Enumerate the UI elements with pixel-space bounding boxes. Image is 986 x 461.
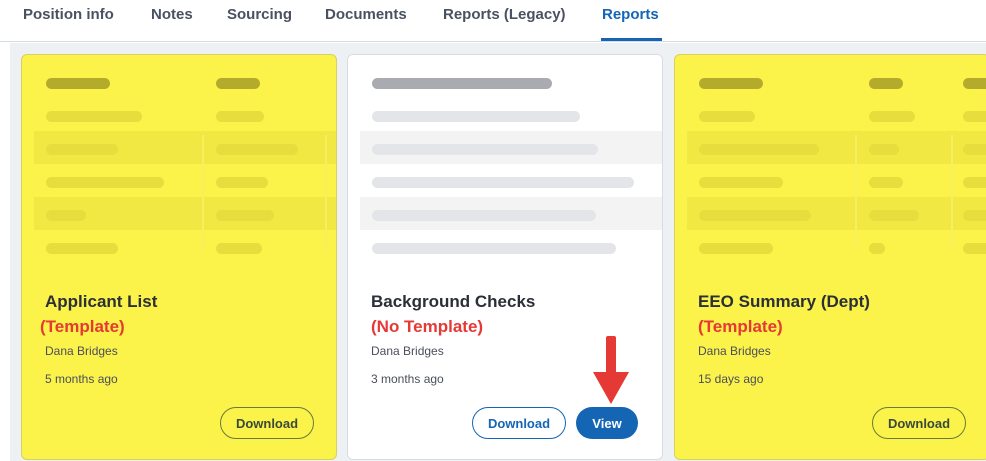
template-status: (Template) xyxy=(698,317,783,336)
arrow-shaft xyxy=(606,336,616,378)
download-button[interactable]: Download xyxy=(220,407,314,439)
report-owner: Dana Bridges xyxy=(45,344,118,358)
view-button[interactable]: View xyxy=(576,407,638,439)
download-button[interactable]: Download xyxy=(872,407,966,439)
active-tab-indicator xyxy=(601,38,662,41)
report-title: EEO Summary (Dept) xyxy=(698,292,870,311)
card-body: Applicant List (Template) Dana Bridges 5… xyxy=(40,55,336,459)
tab-reports-legacy[interactable]: Reports (Legacy) xyxy=(443,6,566,23)
report-title: Applicant List xyxy=(45,292,158,311)
download-button[interactable]: Download xyxy=(472,407,566,439)
report-owner: Dana Bridges xyxy=(371,344,444,358)
tab-reports[interactable]: Reports xyxy=(602,6,659,23)
arrow-head xyxy=(593,372,629,404)
report-card-eeo-summary[interactable]: EEO Summary (Dept) (Template) Dana Bridg… xyxy=(674,54,986,460)
tab-documents[interactable]: Documents xyxy=(325,6,407,23)
tab-position-info[interactable]: Position info xyxy=(23,6,114,23)
report-title: Background Checks xyxy=(371,292,536,311)
report-date: 15 days ago xyxy=(698,372,764,386)
template-status: (Template) xyxy=(40,317,125,336)
report-owner: Dana Bridges xyxy=(698,344,771,358)
report-date: 5 months ago xyxy=(45,372,118,386)
card-body: EEO Summary (Dept) (Template) Dana Bridg… xyxy=(698,55,986,459)
tab-notes[interactable]: Notes xyxy=(151,6,193,23)
report-date: 3 months ago xyxy=(371,372,444,386)
tab-bar: Position info Notes Sourcing Documents R… xyxy=(0,0,986,42)
report-card-applicant-list[interactable]: Applicant List (Template) Dana Bridges 5… xyxy=(21,54,337,460)
tab-sourcing[interactable]: Sourcing xyxy=(227,6,292,23)
red-arrow-down-icon xyxy=(593,336,629,404)
template-status: (No Template) xyxy=(371,317,484,336)
